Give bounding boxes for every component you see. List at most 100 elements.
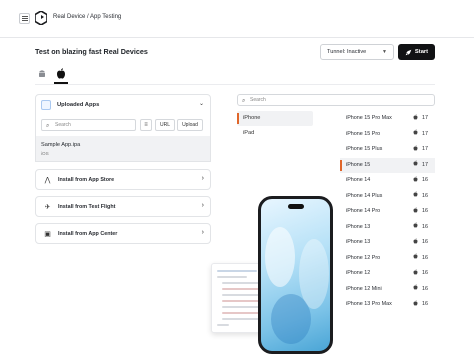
apple-icon [413,204,418,220]
filter-button[interactable]: ≡ [140,119,152,131]
os-version: 16 [422,177,428,183]
device-model-item[interactable]: iPhone 13 16 [340,235,435,251]
install-app-center-button[interactable]: ▣ Install from App Center › [35,223,211,244]
iphone-mockup-image [258,196,333,354]
page-title: Test on blazing fast Real Devices [35,47,148,56]
device-model-name: iPhone 12 Pro [346,254,381,261]
os-version: 17 [422,130,428,137]
install-test-flight-button[interactable]: ✈ Install from Test Flight › [35,196,211,217]
uploaded-apps-header[interactable]: Uploaded Apps [41,100,99,110]
brand-item-iphone[interactable]: iPhone [237,111,313,126]
install-app-store-button[interactable]: ⋀ Install from App Store › [35,169,211,190]
device-model-item[interactable]: iPhone 15 Plus 17 [340,142,435,158]
chevron-right-icon: › [201,202,204,209]
search-icon: ⌕ [242,98,246,104]
breadcrumb: Real Device / App Testing [53,14,122,20]
device-model-name: iPhone 15 Plus [346,146,383,152]
tunnel-label: Tunnel: Inactive [327,49,367,55]
chevron-down-icon: ▼ [382,49,387,55]
apple-icon [57,67,65,79]
apple-icon [413,235,418,251]
os-version: 17 [422,146,428,152]
device-model-item[interactable]: iPhone 12 Mini 16 [340,282,435,298]
os-version: 16 [422,239,428,245]
device-model-item[interactable]: iPhone 15 17 [340,157,435,174]
brand-label: iPad [243,130,255,136]
start-button[interactable]: Start [398,44,435,60]
chevron-right-icon: › [201,229,204,236]
tab-android[interactable] [35,66,49,80]
os-version: 17 [422,115,428,121]
app-store-icon: ⋀ [44,177,51,184]
app-center-icon: ▣ [44,231,51,238]
app-list-item[interactable]: Sample App.ipa iOS [35,136,211,162]
app-search-input[interactable]: ⌕ Search [41,119,136,131]
device-model-name: iPhone 14 Pro [346,208,381,214]
brand-item-ipad[interactable]: iPad [237,126,313,141]
top-bar: Real Device / App Testing [0,0,474,38]
os-version: 17 [422,161,428,168]
install-label: Install from Test Flight [58,204,116,210]
apple-icon [413,297,418,313]
app-os: iOS [41,151,49,156]
apple-icon [413,220,418,236]
device-search-placeholder: Search [250,97,266,103]
device-model-name: iPhone 12 [346,270,371,276]
upload-icon [41,100,51,110]
apple-icon [413,111,418,127]
url-button[interactable]: URL [155,119,175,131]
device-model-item[interactable]: iPhone 15 Pro Max 17 [340,111,435,127]
android-icon [39,70,45,77]
divider [35,84,435,85]
install-label: Install from App Store [58,177,115,183]
chevron-down-icon[interactable]: ⌄ [199,100,204,107]
device-model-item[interactable]: iPhone 15 Pro 17 [340,127,435,143]
filter-icon: ≡ [144,122,148,128]
start-label: Start [414,49,429,55]
device-model-item[interactable]: iPhone 14 Plus 16 [340,189,435,205]
apple-icon [413,251,418,267]
device-model-name: iPhone 14 [346,177,371,183]
menu-icon[interactable] [19,13,30,24]
apple-icon [413,158,418,174]
os-version: 16 [422,301,428,307]
device-model-item[interactable]: iPhone 13 Pro Max 16 [340,297,435,313]
os-version: 16 [422,285,428,292]
tab-ios[interactable] [54,66,68,80]
search-icon: ⌕ [46,123,50,129]
os-version: 16 [422,270,428,276]
device-model-name: iPhone 15 Pro [346,130,381,137]
logo-icon [35,11,47,25]
apple-icon [413,266,418,282]
device-model-item[interactable]: iPhone 12 Pro 16 [340,251,435,267]
apple-icon [413,142,418,158]
app-name: Sample App.ipa [41,142,81,148]
device-model-item[interactable]: iPhone 13 16 [340,220,435,236]
os-version: 16 [422,254,428,261]
test-flight-icon: ✈ [44,204,51,211]
device-model-item[interactable]: iPhone 14 Pro 16 [340,204,435,220]
chevron-right-icon: › [201,175,204,182]
app-search-placeholder: Search [55,122,71,128]
device-model-name: iPhone 13 [346,223,371,230]
tunnel-select[interactable]: Tunnel: Inactive ▼ [320,44,394,60]
os-version: 16 [422,223,428,230]
device-model-item[interactable]: iPhone 12 16 [340,266,435,282]
apple-icon [413,282,418,298]
upload-button[interactable]: Upload [177,119,203,131]
install-label: Install from App Center [58,231,118,237]
device-search-input[interactable]: ⌕ Search [237,94,435,106]
uploaded-apps-title: Uploaded Apps [57,102,100,108]
device-model-name: iPhone 13 [346,239,371,245]
os-version: 16 [422,192,428,199]
device-model-item[interactable]: iPhone 14 16 [340,173,435,189]
apple-icon [413,173,418,189]
device-model-name: iPhone 15 [346,161,371,168]
device-model-name: iPhone 14 Plus [346,192,383,199]
device-model-name: iPhone 15 Pro Max [346,115,392,121]
brand-label: iPhone [243,115,261,121]
rocket-icon [405,49,412,55]
device-model-name: iPhone 12 Mini [346,285,382,292]
os-version: 16 [422,208,428,214]
device-model-name: iPhone 13 Pro Max [346,301,392,307]
